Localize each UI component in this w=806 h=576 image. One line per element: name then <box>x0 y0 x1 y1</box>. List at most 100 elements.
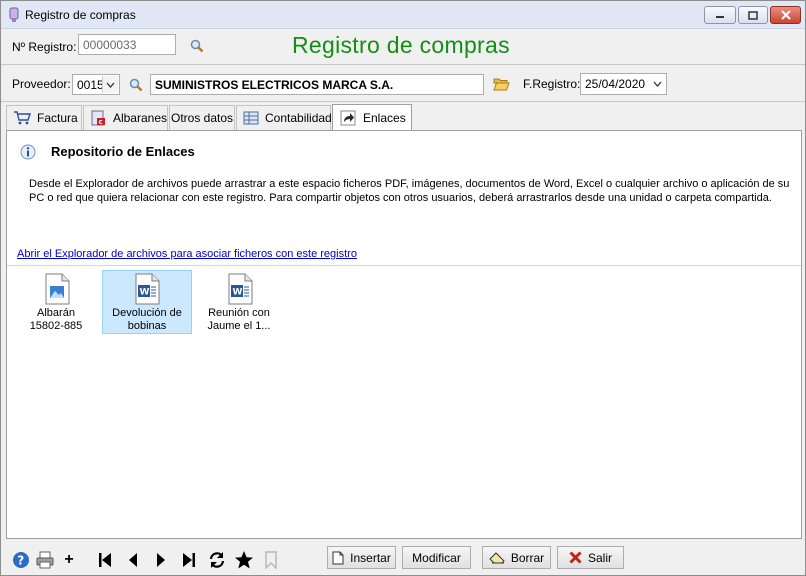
tab-label: Otros datos <box>170 111 234 125</box>
first-record-icon <box>99 553 111 567</box>
section-description: Desde el Explorador de archivos puede ar… <box>29 178 790 204</box>
help-icon: ? <box>13 552 29 568</box>
file-name-line1: Albarán <box>37 307 75 319</box>
tab-contabilidad[interactable]: Contabilidad <box>236 105 332 130</box>
fregistro-value: 25/04/2020 <box>585 77 646 91</box>
image-file-icon <box>45 273 70 305</box>
refresh-icon <box>209 552 225 568</box>
previous-record-button[interactable] <box>123 550 143 570</box>
search-proveedor-button[interactable] <box>128 77 144 93</box>
registro-label: Nº Registro: <box>12 40 77 54</box>
next-record-button[interactable] <box>151 550 171 570</box>
star-icon <box>235 551 253 569</box>
file-name-line2: 15802-885 <box>29 320 83 332</box>
proveedor-code-value: 0015 <box>77 78 104 92</box>
insertar-label: Insertar <box>350 550 391 565</box>
file-item[interactable]: W Reunión con Jaume el 1... <box>195 270 285 334</box>
app-window: Registro de compras Nº Registro: 0000003… <box>0 0 806 576</box>
modificar-label: Modificar <box>412 550 461 565</box>
close-button[interactable] <box>770 6 801 24</box>
file-item[interactable]: W Devolución de bobinas <box>102 270 192 334</box>
tab-enlaces[interactable]: Enlaces <box>332 104 412 131</box>
proveedor-code-combo[interactable]: 0015 <box>72 74 120 95</box>
next-icon <box>157 553 165 567</box>
window-title: Registro de compras <box>25 8 136 22</box>
new-document-icon <box>332 551 344 564</box>
file-name-line1: Reunión con <box>208 307 270 319</box>
bookmark-icon <box>265 551 277 569</box>
file-name: Devolución de bobinas <box>103 307 191 333</box>
minimize-icon <box>716 16 724 18</box>
folder-open-icon <box>492 78 510 91</box>
bookmark-button[interactable] <box>261 550 281 570</box>
salir-button[interactable]: Salir <box>557 546 624 569</box>
tab-factura[interactable]: Factura <box>6 105 82 130</box>
title-bar[interactable]: Registro de compras <box>1 1 805 29</box>
printer-icon <box>36 551 54 569</box>
tab-albaranes[interactable]: c Albaranes <box>83 105 168 130</box>
eraser-icon <box>489 551 505 563</box>
minimize-button[interactable] <box>704 6 736 24</box>
page-title: Registro de compras <box>292 32 510 58</box>
help-button[interactable]: ? <box>11 550 31 570</box>
section-title: Repositorio de Enlaces <box>51 144 195 159</box>
maximize-icon <box>748 10 758 20</box>
svg-text:?: ? <box>17 554 24 568</box>
app-icon <box>9 7 19 22</box>
exit-x-icon <box>569 551 582 564</box>
file-name: Reunión con Jaume el 1... <box>195 307 283 333</box>
svg-text:c: c <box>99 118 103 126</box>
close-icon <box>780 10 791 20</box>
magnifier-icon <box>190 39 204 53</box>
word-file-icon: W <box>135 273 160 305</box>
file-name-line1: Devolución de <box>112 307 182 319</box>
divider <box>7 265 801 266</box>
file-item[interactable]: Albarán 15802-885 <box>12 270 102 334</box>
proveedor-code-dropdown[interactable] <box>102 76 118 93</box>
last-record-icon <box>183 553 195 567</box>
proveedor-label: Proveedor: <box>12 77 71 91</box>
magnifier-icon <box>129 78 143 92</box>
first-record-button[interactable] <box>95 550 115 570</box>
tab-label: Enlaces <box>363 111 406 125</box>
info-icon <box>20 144 36 160</box>
proveedor-name-field[interactable]: SUMINISTROS ELECTRICOS MARCA S.A. <box>150 74 484 95</box>
add-button[interactable]: + <box>59 550 79 570</box>
open-explorer-link[interactable]: Abrir el Explorador de archivos para aso… <box>17 248 357 260</box>
modificar-button[interactable]: Modificar <box>402 546 471 569</box>
tab-label: Albaranes <box>112 111 167 125</box>
bottom-toolbar: ? + Insertar Modificar Borrar Salir <box>1 541 805 575</box>
divider <box>1 101 805 102</box>
salir-label: Salir <box>587 550 612 565</box>
maximize-button[interactable] <box>738 6 768 24</box>
document-c-icon: c <box>91 110 106 126</box>
word-file-icon: W <box>228 273 253 305</box>
insertar-button[interactable]: Insertar <box>327 546 396 569</box>
svg-text:W: W <box>140 288 150 298</box>
date-dropdown[interactable] <box>649 75 665 92</box>
search-registro-button[interactable] <box>189 38 205 54</box>
borrar-label: Borrar <box>510 550 545 565</box>
print-button[interactable] <box>35 550 55 570</box>
enlaces-panel: Repositorio de Enlaces Desde el Explorad… <box>6 130 802 539</box>
shortcut-icon <box>340 110 356 126</box>
cart-icon <box>14 111 31 125</box>
divider <box>1 64 805 65</box>
file-name-line2: Jaume el 1... <box>207 320 271 332</box>
refresh-button[interactable] <box>207 550 227 570</box>
tab-otros-datos[interactable]: Otros datos <box>169 105 235 130</box>
fregistro-date-picker[interactable]: 25/04/2020 <box>580 73 667 95</box>
chevron-down-icon <box>106 82 115 88</box>
borrar-button[interactable]: Borrar <box>482 546 551 569</box>
ledger-icon <box>243 111 259 125</box>
favorite-button[interactable] <box>234 550 254 570</box>
last-record-button[interactable] <box>179 550 199 570</box>
fregistro-label: F.Registro: <box>523 77 581 91</box>
tab-label: Contabilidad <box>265 111 332 125</box>
tab-label: Factura <box>37 111 78 125</box>
svg-text:W: W <box>233 288 243 298</box>
open-folder-button[interactable] <box>492 76 510 92</box>
registro-number-field[interactable]: 00000033 <box>78 34 176 55</box>
file-name-line2: bobinas <box>127 320 167 332</box>
file-name: Albarán 15802-885 <box>12 307 100 333</box>
